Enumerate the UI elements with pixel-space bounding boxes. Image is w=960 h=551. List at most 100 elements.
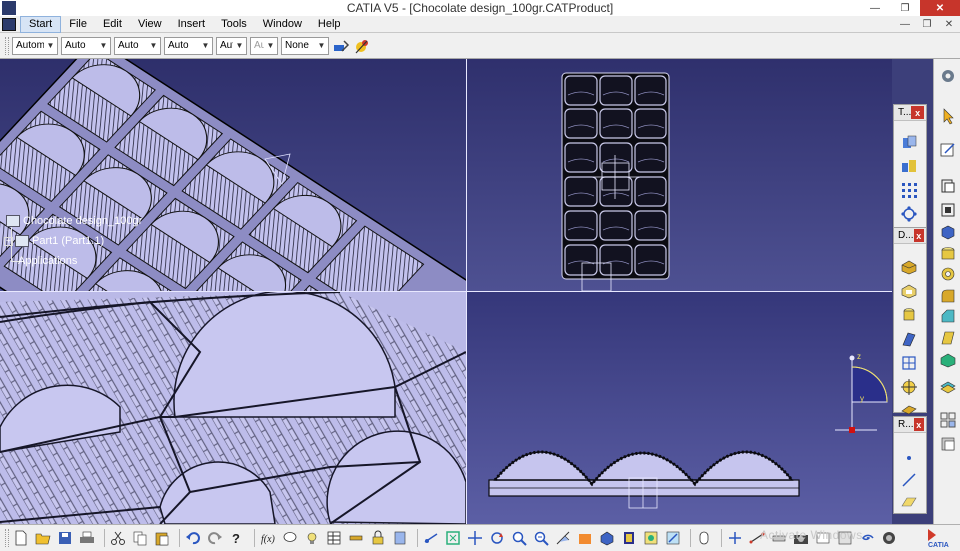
transparency-combo[interactable]: Auto ▼ — [61, 36, 111, 55]
hide-show-icon[interactable] — [642, 529, 660, 547]
tree-node-part[interactable]: + Part1 (Part1.1) — [4, 235, 104, 247]
cut-section-icon[interactable] — [726, 529, 744, 547]
menu-insert[interactable]: Insert — [170, 16, 214, 33]
close-icon[interactable]: x — [913, 229, 924, 242]
line-thickness-combo[interactable]: Auto ▼ — [114, 36, 161, 55]
menu-view[interactable]: View — [130, 16, 170, 33]
open-folder-icon[interactable] — [34, 529, 52, 547]
cut-icon[interactable] — [109, 529, 127, 547]
draft-angle-icon[interactable] — [939, 329, 957, 347]
toolbar-grip[interactable] — [5, 529, 9, 547]
create-multi-view-icon[interactable] — [576, 529, 594, 547]
knowledge-icon[interactable] — [303, 529, 321, 547]
shell-icon[interactable] — [939, 351, 957, 369]
apply-material-icon[interactable] — [939, 435, 957, 453]
cylinder-feature-icon[interactable] — [939, 245, 957, 263]
normal-view-icon[interactable] — [554, 529, 572, 547]
quick-view-icon[interactable] — [598, 529, 616, 547]
rotate-icon[interactable] — [488, 529, 506, 547]
fly-mode-icon[interactable] — [422, 529, 440, 547]
viewport-top[interactable] — [467, 59, 892, 291]
pad-icon[interactable] — [900, 258, 918, 276]
format-painter-icon[interactable] — [332, 37, 350, 55]
copy-icon[interactable] — [131, 529, 149, 547]
reference-element-icon[interactable] — [939, 177, 957, 195]
view-mode-icon[interactable] — [620, 529, 638, 547]
toolbar-grip[interactable] — [5, 36, 9, 55]
thickness-icon[interactable] — [939, 377, 957, 395]
chamfer-icon[interactable] — [939, 307, 957, 325]
hole-icon[interactable] — [900, 378, 918, 396]
doc-close-button[interactable]: ✕ — [938, 16, 960, 33]
geometry-area[interactable]: Chocolate design_100gr + Part1 (Part1.1)… — [0, 59, 933, 524]
formula-icon[interactable]: f(x) — [259, 529, 277, 547]
menu-start[interactable]: Start — [20, 15, 62, 33]
restore-button[interactable]: ❐ — [890, 0, 920, 16]
document-system-icon[interactable] — [2, 17, 16, 31]
layer-combo[interactable]: None ▼ — [281, 36, 329, 55]
viewport-divider-vertical[interactable] — [466, 59, 467, 524]
workbench-gear-icon[interactable] — [939, 67, 957, 85]
menu-window[interactable]: Window — [255, 16, 310, 33]
zoom-out-icon[interactable] — [532, 529, 550, 547]
point-icon[interactable] — [900, 449, 918, 467]
table-icon[interactable] — [325, 529, 343, 547]
viewport-divider-horizontal[interactable] — [0, 291, 892, 292]
fit-all-in-icon[interactable] — [444, 529, 462, 547]
edge-fillet-icon[interactable] — [939, 287, 957, 305]
plane-icon[interactable] — [900, 493, 918, 511]
doc-minimize-button[interactable]: — — [894, 16, 916, 33]
circular-pattern-icon[interactable] — [900, 205, 918, 223]
floating-toolbar-header[interactable]: T... x — [894, 105, 926, 121]
redo-icon[interactable] — [206, 529, 224, 547]
tree-node-root[interactable]: Chocolate design_100gr — [6, 215, 142, 227]
output-feature-icon[interactable] — [939, 201, 957, 219]
mouse-icon[interactable] — [695, 529, 713, 547]
floating-toolbar-header[interactable]: D... x — [894, 228, 926, 244]
doc-restore-button[interactable]: ❐ — [916, 16, 938, 33]
viewport-isometric[interactable]: Chocolate design_100gr + Part1 (Part1.1)… — [0, 59, 466, 291]
tree-node-applications[interactable]: Applications — [18, 255, 77, 267]
lock-icon[interactable] — [369, 529, 387, 547]
new-document-icon[interactable] — [12, 529, 30, 547]
viewport-closeup[interactable] — [0, 292, 466, 524]
catalog-icon[interactable] — [391, 529, 409, 547]
workbench-switch-icon[interactable] — [880, 529, 898, 547]
pocket-icon[interactable] — [900, 282, 918, 300]
point-symbol-combo[interactable]: Aut▼ — [216, 36, 247, 55]
menu-file[interactable]: File — [61, 16, 95, 33]
floating-toolbar-header[interactable]: R... x — [894, 417, 926, 433]
swap-visible-space-icon[interactable] — [664, 529, 682, 547]
close-icon[interactable]: x — [911, 106, 924, 119]
whats-this-help-icon[interactable]: ? — [228, 529, 246, 547]
expand-plus-icon[interactable]: + — [4, 236, 13, 246]
line-type-combo[interactable]: Auto ▼ — [164, 36, 213, 55]
sketcher-icon[interactable] — [939, 141, 957, 159]
menu-help[interactable]: Help — [310, 16, 349, 33]
close-icon[interactable]: x — [913, 418, 924, 431]
save-icon[interactable] — [56, 529, 74, 547]
multi-section-solid-icon[interactable] — [900, 354, 918, 372]
measure-icon[interactable] — [347, 529, 365, 547]
minimize-button[interactable]: — — [860, 0, 890, 16]
paste-icon[interactable] — [153, 529, 171, 547]
line-icon[interactable] — [900, 471, 918, 489]
shaft-icon[interactable] — [900, 306, 918, 324]
select-cursor-icon[interactable] — [939, 107, 957, 125]
close-button[interactable]: ✕ — [920, 0, 960, 16]
rib-icon[interactable] — [900, 330, 918, 348]
part-body-icon[interactable] — [939, 223, 957, 241]
surface-icon[interactable] — [900, 133, 918, 151]
menu-tools[interactable]: Tools — [213, 16, 255, 33]
pan-icon[interactable] — [466, 529, 484, 547]
color-combo[interactable]: Automi▼ — [12, 36, 58, 55]
analysis-grid-icon[interactable] — [939, 411, 957, 429]
graphic-properties-wizard-icon[interactable] — [353, 37, 371, 55]
menu-edit[interactable]: Edit — [95, 16, 130, 33]
ring-feature-icon[interactable] — [939, 265, 957, 283]
print-icon[interactable] — [78, 529, 96, 547]
compass-widget[interactable]: z y — [835, 352, 888, 433]
viewport-side[interactable]: z y — [467, 292, 892, 524]
pattern-grid-icon[interactable] — [900, 181, 918, 199]
comment-icon[interactable] — [281, 529, 299, 547]
